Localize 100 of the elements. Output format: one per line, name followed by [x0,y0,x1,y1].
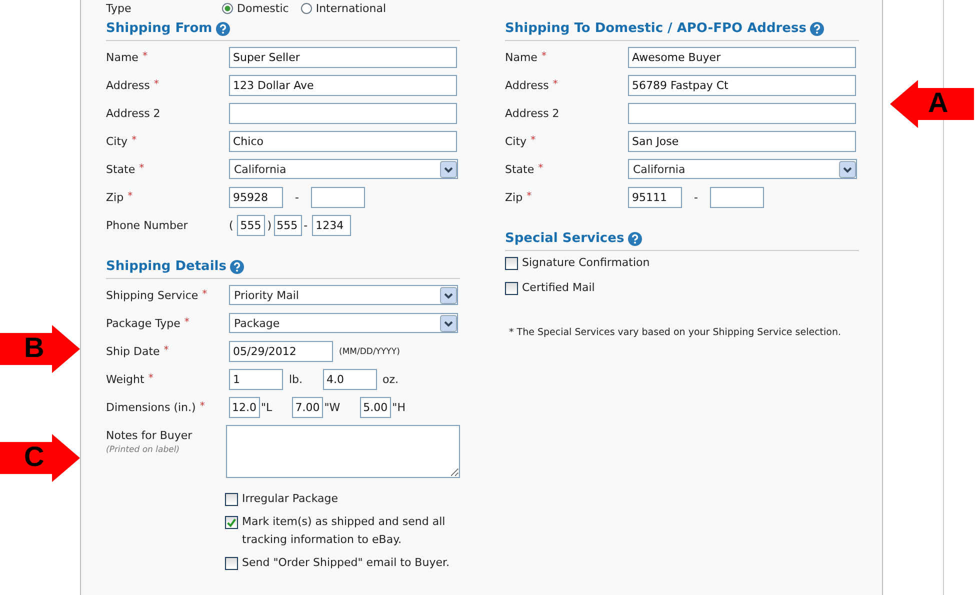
dropdown[interactable]: California [229,159,458,179]
field-label: Type [106,2,132,14]
required-mark: * [541,51,546,64]
zip-extension-field[interactable] [310,187,365,208]
unit-label: oz. [382,373,399,386]
text-field[interactable]: 56789 Fastpay Ct [628,75,856,96]
checkbox-label: Certified Mail [522,280,595,296]
checkbox-label: Irregular Package [242,491,338,507]
zip-field[interactable]: 95111 [628,187,682,208]
required-mark: * [128,191,133,204]
field-label: Weight [106,373,144,386]
chevron-down-icon [440,286,457,304]
required-mark: * [184,317,190,330]
checkbox-label: Signature Confirmation [522,255,650,271]
unit-label: lb. [289,373,303,386]
required-mark: * [530,135,536,148]
field-label: Phone Number [106,219,188,232]
field-label: Dimensions (in.) [106,401,196,414]
text-field[interactable]: Chico [229,131,457,152]
checkbox[interactable] [225,557,238,570]
arrow-annotation-icon [890,80,974,128]
field-label: Zip [106,191,124,204]
field-label: State [106,163,136,176]
field-label: Name [505,51,538,64]
field-label: City [106,135,128,148]
field-hint: (Printed on label) [106,445,181,455]
date-field[interactable]: 05/29/2012 [229,341,333,362]
annotation-letter: A [928,87,948,119]
required-mark: * [526,191,532,204]
text-field[interactable] [628,103,856,124]
required-mark: * [164,345,169,358]
text-field[interactable]: 123 Dollar Ave [229,75,457,96]
dropdown[interactable]: California [628,159,857,179]
separator-text: - [295,191,299,204]
help-icon[interactable] [628,232,642,246]
field-label: Ship Date [106,345,160,358]
paren-text: ( [229,219,234,232]
section-heading: Shipping Details [106,259,226,274]
unit-label: "H [392,401,406,414]
unit-label: "L [261,401,272,414]
required-mark: * [132,135,137,148]
checkbox-label: Mark item(s) as shipped and send all tracking information to eBay. [242,514,446,548]
help-icon[interactable] [216,22,230,36]
checkbox-label: Send "Order Shipped" email to Buyer. [242,555,450,571]
help-icon[interactable] [810,22,824,36]
field-label: Address 2 [106,107,160,120]
dimension-field[interactable]: 5.00 [360,397,392,418]
dimension-field[interactable]: 12.0 [229,397,260,418]
required-mark: * [202,289,208,302]
chevron-down-icon [839,160,856,178]
phone-line-field[interactable]: 1234 [312,215,351,236]
date-format-hint: (MM/DD/YYYY) [339,346,400,356]
field-label: City [505,135,527,148]
required-mark: * [552,79,558,92]
weight-field[interactable]: 1 [229,369,283,390]
radio-label: Domestic [237,2,289,14]
radio-button[interactable] [222,2,233,14]
dropdown[interactable]: Package [229,313,458,333]
chevron-down-icon [440,314,457,332]
field-label: Name [106,51,138,64]
notes-field[interactable] [226,425,460,478]
field-label: Notes for Buyer [106,429,192,442]
text-field[interactable]: Awesome Buyer [628,47,856,68]
text-field[interactable]: San Jose [628,131,856,152]
paren-text: ) [267,219,272,232]
checkbox[interactable] [225,516,238,529]
required-mark: * [142,51,148,64]
weight-field[interactable]: 4.0 [322,369,377,390]
zip-field[interactable]: 95928 [229,187,283,208]
checkbox[interactable] [225,493,238,506]
chevron-down-icon [440,160,457,178]
dimension-field[interactable]: 7.00 [292,397,324,418]
required-mark: * [148,373,154,386]
checkbox[interactable] [505,257,518,270]
help-icon[interactable] [230,260,244,274]
annotation-letter: C [24,441,44,473]
separator-text: - [304,219,308,232]
field-label: Address 2 [505,107,560,120]
required-mark: * [154,79,159,92]
unit-label: "W [324,401,340,414]
field-label: Shipping Service [106,289,198,302]
required-mark: * [139,163,144,176]
field-label: State [505,163,534,176]
radio-button[interactable] [300,2,312,14]
arrow-annotation-icon [0,325,80,373]
text-field[interactable] [229,103,457,124]
zip-extension-field[interactable] [710,187,764,208]
phone-prefix-field[interactable]: 555 [274,215,302,236]
field-label: Address [505,79,549,92]
section-heading: Shipping To Domestic / APO-FPO Address [505,21,806,36]
required-mark: * [538,163,544,176]
field-label: Package Type [106,317,180,330]
text-field[interactable]: Super Seller [229,47,457,68]
annotation-letter: B [24,332,44,364]
separator-text: - [694,191,698,204]
footnote-text: * The Special Services vary based on your Shipping Service selection. [509,327,842,338]
dropdown[interactable]: Priority Mail [229,285,458,305]
checkbox[interactable] [505,282,518,295]
area-code-field[interactable]: 555 [237,215,266,236]
required-mark: * [200,401,205,414]
